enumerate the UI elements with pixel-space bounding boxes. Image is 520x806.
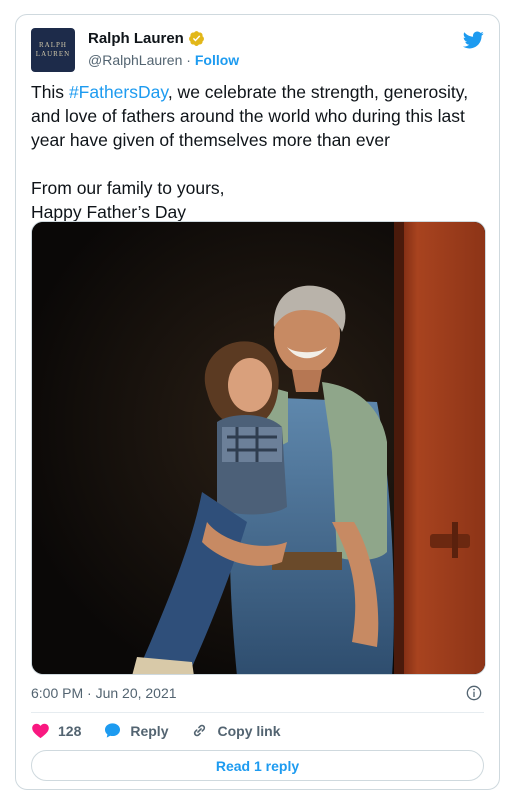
author-handle[interactable]: @RalphLauren xyxy=(88,52,182,68)
avatar[interactable]: RALPH LAUREN xyxy=(31,28,75,72)
read-replies-button[interactable]: Read 1 reply xyxy=(31,750,484,781)
photo-illustration xyxy=(32,222,485,674)
reply-button[interactable]: Reply xyxy=(103,721,168,740)
tweet-card: RALPH LAUREN Ralph Lauren @RalphLauren ·… xyxy=(15,14,500,790)
verified-badge-icon xyxy=(188,31,204,46)
handle-row: @RalphLauren · Follow xyxy=(88,52,239,68)
twitter-bird-icon[interactable] xyxy=(461,29,485,51)
author-name-row[interactable]: Ralph Lauren xyxy=(88,30,205,47)
tweet-text: This #FathersDay, we celebrate the stren… xyxy=(31,80,486,224)
copy-link-button[interactable]: Copy link xyxy=(190,721,281,740)
action-bar: 128 Reply Copy link xyxy=(31,721,303,740)
follow-button[interactable]: Follow xyxy=(195,52,239,68)
avatar-text-line2: LAUREN xyxy=(35,50,71,58)
reply-label: Reply xyxy=(130,722,169,739)
tweet-photo[interactable] xyxy=(31,221,486,675)
divider xyxy=(31,712,484,713)
avatar-text-line1: RALPH xyxy=(39,41,67,49)
separator-dot: · xyxy=(186,52,191,68)
link-icon xyxy=(194,724,206,737)
like-count: 128 xyxy=(58,722,82,739)
copy-link-label: Copy link xyxy=(217,722,281,739)
heart-icon xyxy=(32,723,49,739)
tweet-timestamp[interactable]: 6:00 PM · Jun 20, 2021 xyxy=(31,685,177,701)
tweet-paragraph-2: From our family to yours, xyxy=(31,178,225,198)
info-icon[interactable] xyxy=(466,685,482,701)
author-name[interactable]: Ralph Lauren xyxy=(88,30,184,47)
hashtag-link[interactable]: #FathersDay xyxy=(69,82,168,102)
tweet-text-before: This xyxy=(31,82,69,102)
like-button[interactable]: 128 xyxy=(31,721,81,740)
reply-bubble-icon xyxy=(105,723,121,738)
tweet-paragraph-1: This #FathersDay, we celebrate the stren… xyxy=(31,80,486,152)
